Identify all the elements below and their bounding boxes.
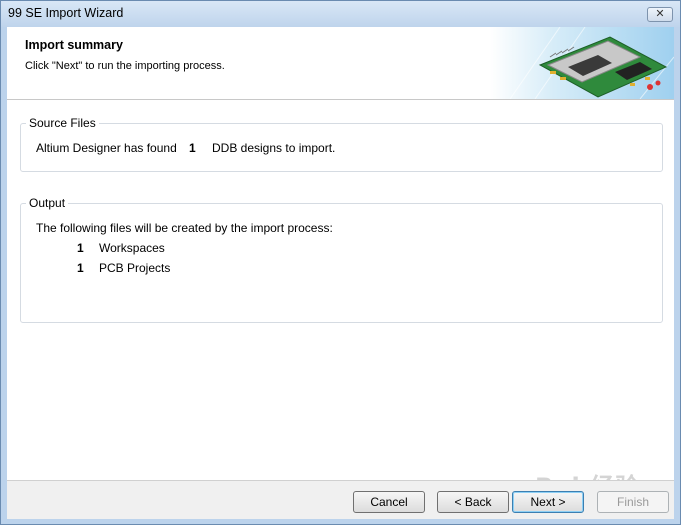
back-button[interactable]: < Back	[437, 491, 509, 513]
pcb-board-graphic	[490, 27, 674, 99]
close-icon: ✕	[655, 8, 665, 20]
output-item-count: 1	[77, 241, 84, 255]
page-title: Import summary	[25, 38, 123, 52]
output-item-count: 1	[77, 261, 84, 275]
wizard-header: Import summary Click "Next" to run the i…	[7, 27, 674, 100]
window-title: 99 SE Import Wizard	[8, 6, 124, 20]
wizard-client-area: Import summary Click "Next" to run the i…	[7, 27, 674, 519]
close-button[interactable]: ✕	[647, 7, 673, 22]
output-intro: The following files will be created by t…	[36, 221, 333, 235]
button-bar: Cancel < Back Next > Finish	[7, 480, 674, 519]
source-files-count: 1	[189, 141, 196, 155]
output-item-label: PCB Projects	[99, 261, 171, 275]
wizard-window: 99 SE Import Wizard ✕ Import summary Cli…	[0, 0, 681, 525]
finish-button: Finish	[597, 491, 669, 513]
output-group: Output The following files will be creat…	[20, 196, 663, 323]
next-button[interactable]: Next >	[512, 491, 584, 513]
output-item-label: Workspaces	[99, 241, 165, 255]
source-files-legend: Source Files	[26, 116, 99, 130]
title-bar[interactable]: 99 SE Import Wizard ✕	[1, 1, 680, 27]
cancel-button[interactable]: Cancel	[353, 491, 425, 513]
output-legend: Output	[26, 196, 69, 210]
source-files-prefix: Altium Designer has found	[36, 141, 177, 155]
source-files-suffix: DDB designs to import.	[212, 141, 336, 155]
source-files-group: Source Files Altium Designer has found 1…	[20, 116, 663, 172]
page-subtitle: Click "Next" to run the importing proces…	[25, 60, 225, 72]
